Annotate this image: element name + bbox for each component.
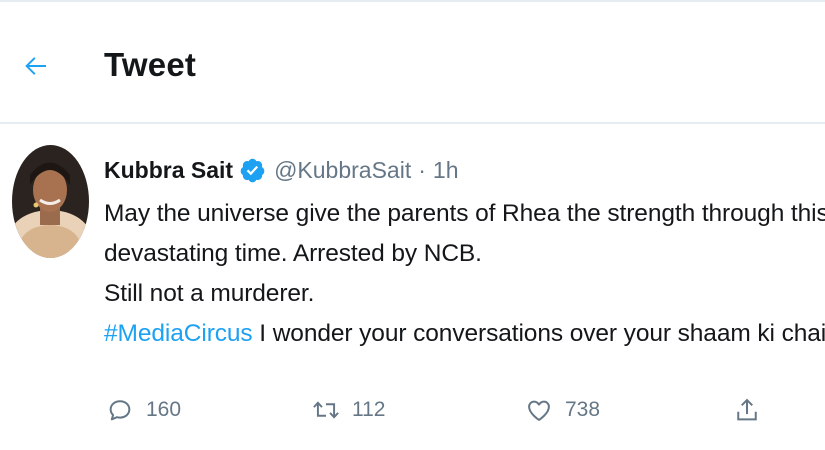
author-name[interactable]: Kubbra Sait — [104, 157, 233, 184]
page-title: Tweet — [104, 46, 197, 83]
back-button[interactable] — [14, 44, 58, 88]
retweet-icon — [310, 394, 342, 426]
retweet-button[interactable]: 112 — [310, 388, 385, 432]
reply-count: 160 — [146, 398, 182, 421]
share-button[interactable] — [731, 388, 763, 432]
meta-separator: · — [418, 156, 426, 183]
header-bar: Tweet — [0, 2, 825, 124]
author-handle[interactable]: @KubbraSait — [274, 157, 411, 184]
reply-icon — [104, 394, 136, 426]
heart-icon — [523, 394, 555, 426]
like-count: 738 — [565, 398, 601, 421]
tweet-meta: Kubbra Sait @KubbraSait · 1h — [104, 152, 459, 188]
arrow-left-icon — [25, 57, 46, 75]
tweet-line-2: devastating time. Arrested by NCB. — [104, 240, 482, 267]
avatar[interactable] — [12, 145, 89, 258]
tweet-page: Tweet Kubbra Sait @KubbraSait · 1h May t… — [0, 0, 825, 450]
tweet-line-3: Still not a murderer. — [104, 280, 315, 307]
reply-button[interactable]: 160 — [104, 388, 181, 432]
hashtag-link[interactable]: #MediaCircus — [104, 320, 253, 347]
tweet-line-4: #MediaCircus I wonder your conversations… — [104, 314, 825, 354]
tweet-timestamp[interactable]: 1h — [433, 157, 459, 184]
avatar-image — [12, 145, 89, 258]
tweet-actions: 160 112 738 — [0, 388, 825, 432]
tweet-line-4-text: I wonder your conversations over your sh… — [252, 320, 825, 347]
retweet-count: 112 — [352, 398, 386, 421]
share-icon — [731, 394, 763, 426]
tweet-body: May the universe give the parents of Rhe… — [104, 194, 825, 354]
tweet-line-1: May the universe give the parents of Rhe… — [104, 200, 825, 227]
like-button[interactable]: 738 — [523, 388, 600, 432]
verified-badge-icon — [240, 158, 265, 182]
